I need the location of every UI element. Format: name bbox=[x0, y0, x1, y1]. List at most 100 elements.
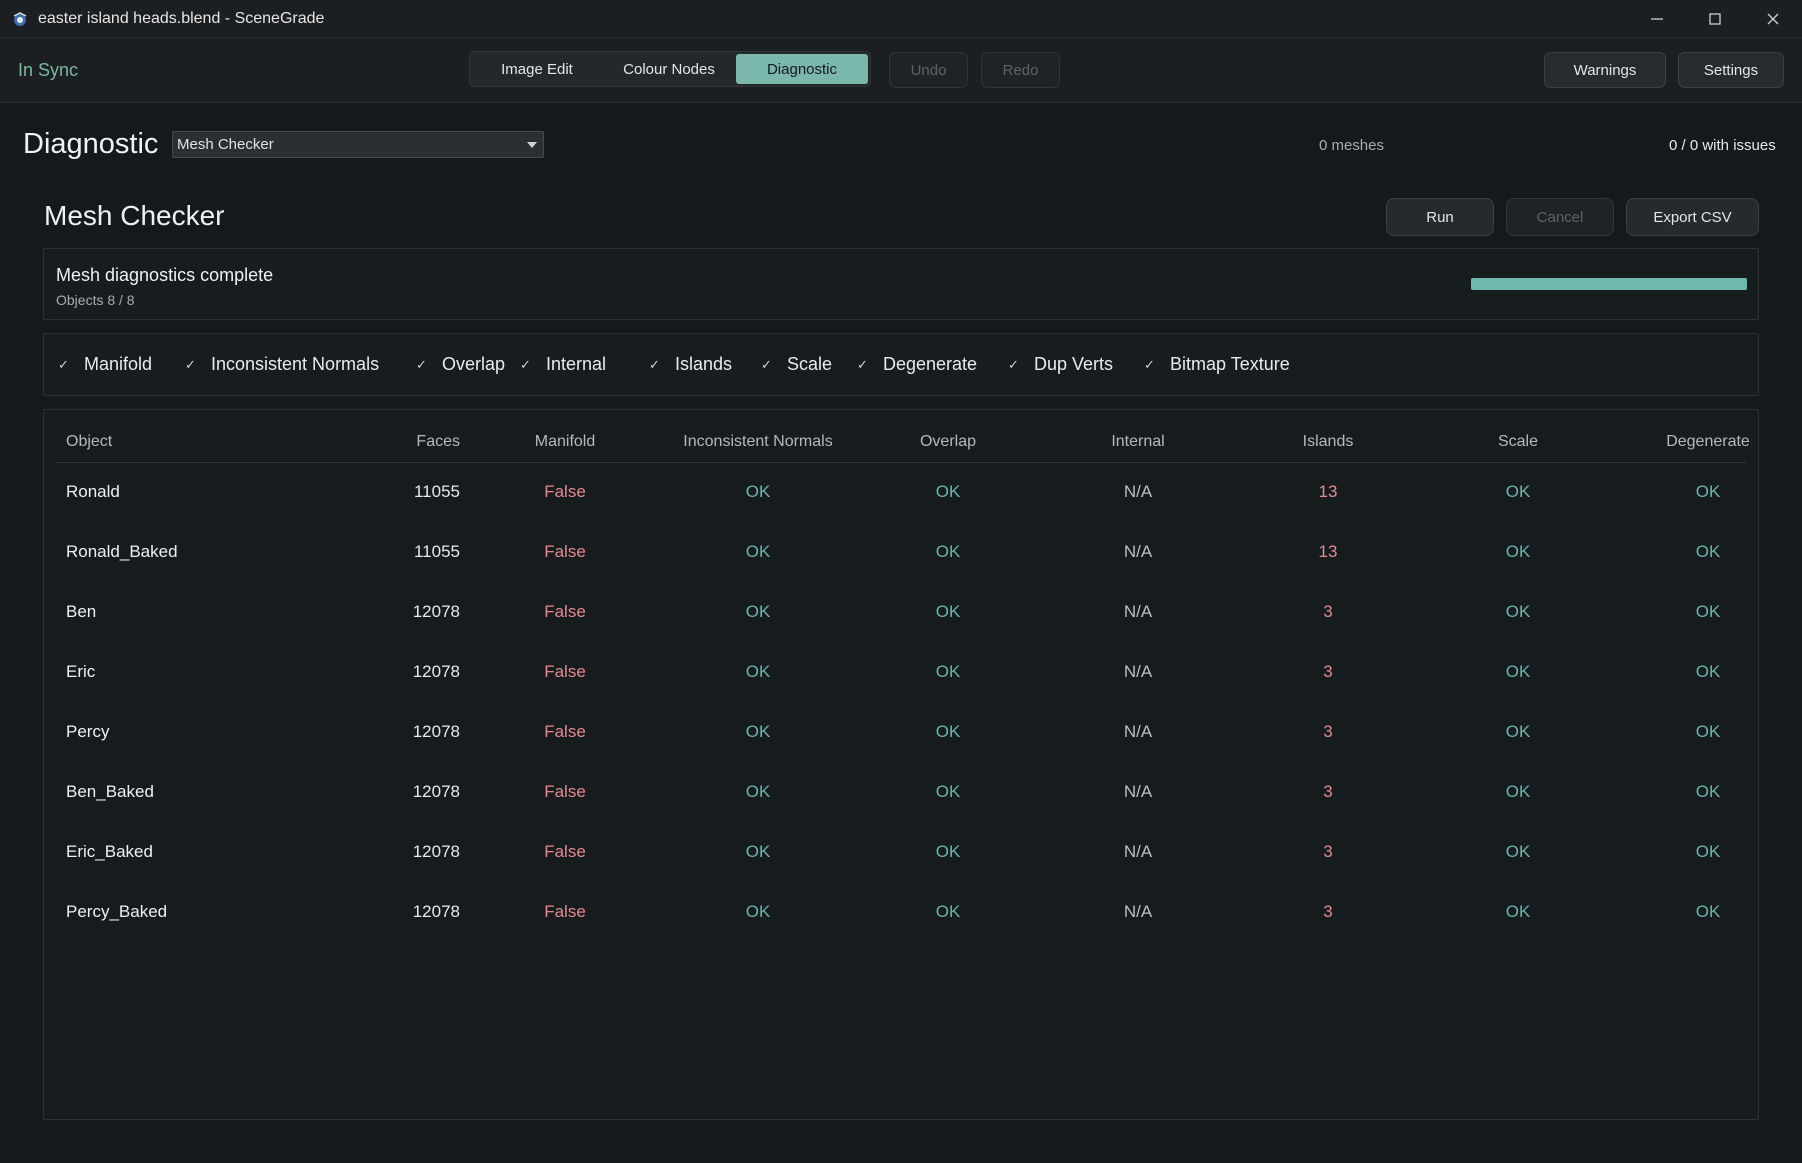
app-logo-icon bbox=[13, 11, 27, 26]
cell-manifold: False bbox=[544, 542, 586, 561]
check-icon: ✓ bbox=[1144, 356, 1155, 372]
column-header-internal[interactable]: Internal bbox=[1111, 433, 1164, 451]
checkbox-internal[interactable]: ✓ Internal bbox=[520, 354, 606, 375]
minimize-icon bbox=[1651, 18, 1663, 20]
checkbox-overlap[interactable]: ✓ Overlap bbox=[416, 354, 505, 375]
redo-button[interactable]: Redo bbox=[981, 52, 1060, 88]
cell-scale: OK bbox=[1505, 722, 1531, 741]
cell-inconsistent-normals: OK bbox=[745, 662, 771, 681]
checkbox-label: Dup Verts bbox=[1034, 354, 1114, 374]
cell-inconsistent-normals: OK bbox=[745, 542, 771, 561]
cell-scale: OK bbox=[1505, 902, 1531, 921]
cell-manifold: False bbox=[544, 902, 586, 921]
checkbox-inconsistent-normals[interactable]: ✓ Inconsistent Normals bbox=[185, 354, 379, 375]
check-icon: ✓ bbox=[58, 356, 69, 372]
column-header-object[interactable]: Object bbox=[66, 433, 112, 451]
checkbox-label: Overlap bbox=[442, 354, 506, 374]
mesh-count: 0 meshes bbox=[1318, 137, 1384, 154]
table-header: Object Faces Manifold Inconsistent Normals O… bbox=[56, 410, 1750, 463]
cell-object: Ronald bbox=[66, 482, 120, 501]
cell-internal: N/A bbox=[1123, 902, 1153, 921]
cell-internal: N/A bbox=[1123, 722, 1153, 741]
cell-faces: 11055 bbox=[413, 542, 460, 561]
cell-overlap: OK bbox=[935, 662, 961, 681]
cell-islands: 3 bbox=[1323, 722, 1333, 741]
run-button[interactable]: Run bbox=[1386, 198, 1494, 236]
chevron-down-icon bbox=[527, 142, 537, 148]
progress-bar bbox=[1471, 278, 1747, 290]
tab-image-edit[interactable]: Image Edit bbox=[472, 54, 602, 84]
cell-inconsistent-normals: OK bbox=[745, 782, 771, 801]
table-row[interactable]: Ronald_Baked 11055 False OK OK N/A 13 OK OK bbox=[56, 525, 1746, 585]
cell-scale: OK bbox=[1505, 782, 1531, 801]
table-row[interactable]: Eric 12078 False OK OK N/A 3 OK OK bbox=[56, 645, 1746, 705]
cell-inconsistent-normals: OK bbox=[745, 722, 771, 741]
cell-overlap: OK bbox=[935, 782, 961, 801]
cell-internal: N/A bbox=[1123, 782, 1153, 801]
cell-internal: N/A bbox=[1123, 542, 1153, 561]
cell-degenerate: OK bbox=[1695, 482, 1721, 501]
column-header-scale[interactable]: Scale bbox=[1498, 433, 1538, 451]
cell-manifold: False bbox=[544, 722, 586, 741]
column-header-inconsistent-normals[interactable]: Inconsistent Normals bbox=[683, 433, 832, 451]
cell-object: Percy_Baked bbox=[66, 902, 168, 921]
cell-manifold: False bbox=[544, 782, 586, 801]
checkbox-manifold[interactable]: ✓ Manifold bbox=[58, 354, 152, 375]
settings-button[interactable]: Settings bbox=[1678, 52, 1784, 88]
objects-progress-text: Objects 8 / 8 bbox=[56, 292, 135, 308]
table-row[interactable]: Percy 12078 False OK OK N/A 3 OK OK bbox=[56, 705, 1746, 765]
cell-islands: 3 bbox=[1323, 662, 1333, 681]
cell-faces: 12078 bbox=[412, 602, 460, 621]
column-header-islands[interactable]: Islands bbox=[1303, 433, 1354, 451]
checkbox-label: Inconsistent Normals bbox=[211, 354, 380, 374]
table-row[interactable]: Ben_Baked 12078 False OK OK N/A 3 OK OK bbox=[56, 765, 1746, 825]
cell-overlap: OK bbox=[935, 722, 961, 741]
check-icon: ✓ bbox=[1008, 356, 1019, 372]
column-header-overlap[interactable]: Overlap bbox=[920, 433, 976, 451]
cell-object: Ben bbox=[66, 602, 97, 621]
cell-degenerate: OK bbox=[1695, 902, 1721, 921]
table-row[interactable]: Eric_Baked 12078 False OK OK N/A 3 OK OK bbox=[56, 825, 1746, 885]
column-header-manifold[interactable]: Manifold bbox=[535, 433, 595, 451]
cell-internal: N/A bbox=[1123, 602, 1153, 621]
cell-degenerate: OK bbox=[1695, 602, 1721, 621]
maximize-button[interactable] bbox=[1686, 0, 1744, 38]
checkbox-islands[interactable]: ✓ Islands bbox=[649, 354, 732, 375]
export-csv-button[interactable]: Export CSV bbox=[1626, 198, 1759, 236]
table-row[interactable]: Ben 12078 False OK OK N/A 3 OK OK bbox=[56, 585, 1746, 645]
panel-title: Mesh Checker bbox=[44, 200, 225, 231]
tab-diagnostic[interactable]: Diagnostic bbox=[736, 54, 868, 84]
column-header-degenerate[interactable]: Degenerate bbox=[1666, 433, 1750, 451]
cell-overlap: OK bbox=[935, 542, 961, 561]
check-icon: ✓ bbox=[416, 356, 427, 372]
checkbox-dup-verts[interactable]: ✓ Dup Verts bbox=[1008, 354, 1113, 375]
checkbox-degenerate[interactable]: ✓ Degenerate bbox=[857, 354, 977, 375]
cell-scale: OK bbox=[1505, 482, 1531, 501]
table-row[interactable]: Ronald 11055 False OK OK N/A 13 OK OK bbox=[56, 465, 1746, 525]
tool-select[interactable]: Mesh Checker bbox=[172, 131, 544, 158]
toolbar: In Sync Image Edit Colour Nodes Diagnost… bbox=[0, 38, 1802, 103]
cell-scale: OK bbox=[1505, 602, 1531, 621]
cell-islands: 3 bbox=[1323, 602, 1333, 621]
warnings-button[interactable]: Warnings bbox=[1544, 52, 1666, 88]
close-button[interactable] bbox=[1744, 0, 1802, 38]
checkbox-label: Manifold bbox=[84, 354, 153, 374]
cell-object: Eric bbox=[66, 662, 96, 681]
cell-islands: 3 bbox=[1323, 842, 1333, 861]
column-header-faces[interactable]: Faces bbox=[416, 433, 460, 451]
undo-button[interactable]: Undo bbox=[889, 52, 968, 88]
cell-object: Eric_Baked bbox=[66, 842, 153, 861]
minimize-button[interactable] bbox=[1628, 0, 1686, 38]
cell-islands: 3 bbox=[1323, 782, 1333, 801]
tab-colour-nodes[interactable]: Colour Nodes bbox=[602, 54, 736, 84]
cancel-button[interactable]: Cancel bbox=[1506, 198, 1614, 236]
cell-faces: 12078 bbox=[412, 902, 460, 921]
checkbox-scale[interactable]: ✓ Scale bbox=[761, 354, 832, 375]
cell-inconsistent-normals: OK bbox=[745, 902, 771, 921]
results-table: Object Faces Manifold Inconsistent Normals O… bbox=[43, 409, 1759, 1120]
window-title: easter island heads.blend - SceneGrade bbox=[38, 9, 325, 27]
cell-manifold: False bbox=[544, 842, 586, 861]
check-icon: ✓ bbox=[761, 356, 772, 372]
table-row[interactable]: Percy_Baked 12078 False OK OK N/A 3 OK OK bbox=[56, 885, 1746, 945]
checkbox-bitmap-texture[interactable]: ✓ Bitmap Texture bbox=[1144, 354, 1290, 375]
